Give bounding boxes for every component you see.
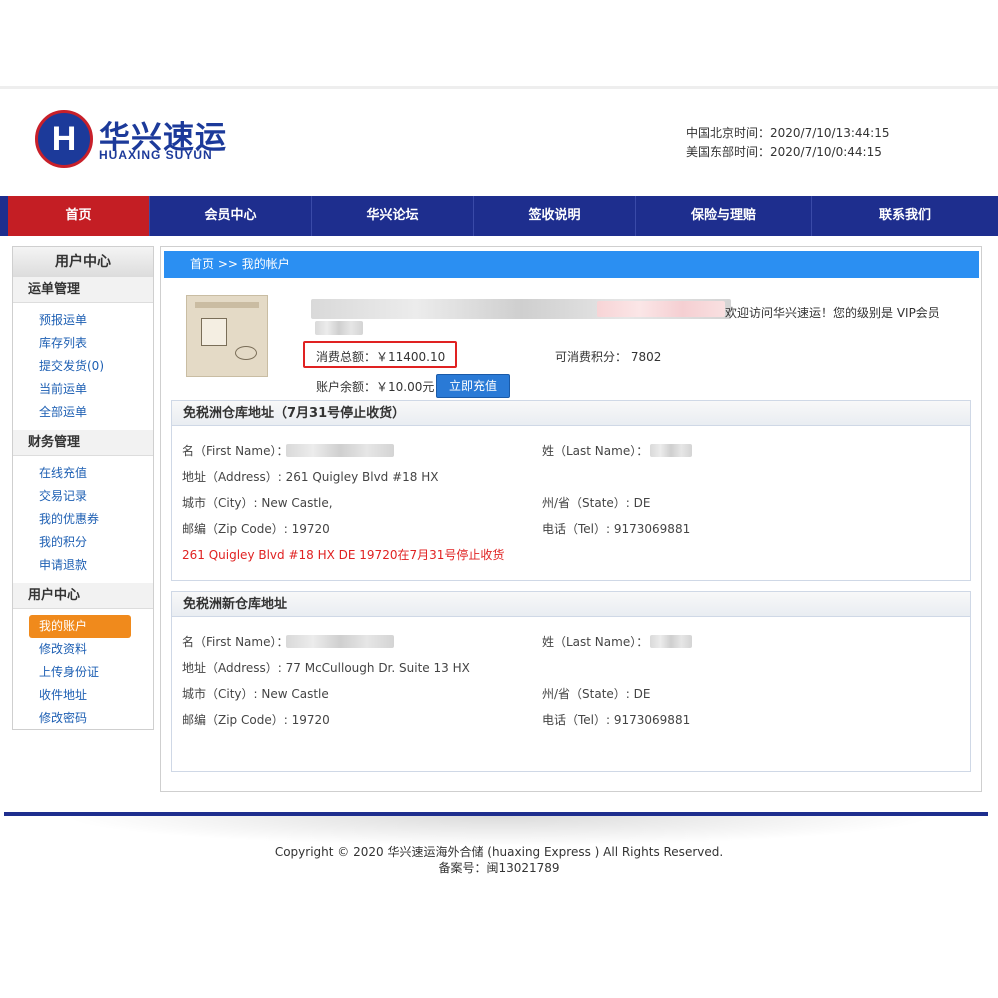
- sidebar-item-edit-profile[interactable]: 修改资料: [13, 638, 153, 661]
- main-nav: 首页 会员中心 华兴论坛 签收说明 保险与理赔 联系我们: [0, 196, 998, 236]
- redacted-last-name: [650, 635, 692, 648]
- site-logo[interactable]: H 华兴速运 HUAXING SUYUN: [35, 110, 235, 168]
- clock-panel: 中国北京时间：2020/7/10/13:44:15 美国东部时间：2020/7/…: [686, 124, 889, 162]
- nav-insurance[interactable]: 保险与理赔: [636, 196, 812, 236]
- last-name-label: 姓（Last Name）：: [542, 444, 649, 458]
- first-name-label: 名（First Name）：: [182, 444, 289, 458]
- us-east-time: 美国东部时间：2020/7/10/0:44:15: [686, 145, 882, 159]
- address-value: 地址（Address）: 261 Quigley Blvd #18 HX: [182, 470, 439, 484]
- sidebar-item-current-waybills[interactable]: 当前运单: [13, 378, 153, 401]
- recharge-button[interactable]: 立即充值: [436, 374, 510, 398]
- copyright-text: Copyright © 2020 华兴速运海外合储 (huaxing Expre…: [274, 845, 724, 859]
- welcome-message: 欢迎访问华兴速运！您的级别是 VIP会员: [725, 306, 940, 320]
- sidebar-item-coupons[interactable]: 我的优惠券: [13, 508, 153, 531]
- footer: Copyright © 2020 华兴速运海外合储 (huaxing Expre…: [0, 844, 998, 876]
- main-content: 首页 >> 我的帐户 欢迎访问华兴速运！您的级别是 VIP会员 消费总额：￥11…: [160, 246, 982, 792]
- footer-shadow: [60, 816, 938, 846]
- sidebar-item-my-account[interactable]: 我的账户: [29, 615, 131, 638]
- sidebar-item-transactions[interactable]: 交易记录: [13, 485, 153, 508]
- sidebar-group-finance: 财务管理: [13, 430, 153, 456]
- logo-mark-icon: H: [35, 110, 93, 168]
- old-warehouse-title: 免税洲仓库地址（7月31号停止收货）: [172, 401, 970, 426]
- nav-home[interactable]: 首页: [8, 196, 150, 236]
- avatar[interactable]: [186, 295, 268, 377]
- stop-receiving-notice: 261 Quigley Blvd #18 HX DE 19720在7月31号停止…: [182, 548, 505, 562]
- redacted-first-name: [286, 635, 394, 648]
- nav-forum[interactable]: 华兴论坛: [312, 196, 474, 236]
- new-warehouse-panel: 免税洲新仓库地址 名（First Name）： 姓（Last Name）： 地址…: [171, 591, 971, 772]
- redacted-last-name: [650, 444, 692, 457]
- sidebar-item-change-password[interactable]: 修改密码: [13, 707, 153, 730]
- sidebar-title: 用户中心: [13, 247, 153, 277]
- first-name-label: 名（First Name）：: [182, 635, 289, 649]
- sidebar-item-forecast-waybill[interactable]: 预报运单: [13, 309, 153, 332]
- sidebar-item-all-waybills[interactable]: 全部运单: [13, 401, 153, 424]
- redacted-info: [597, 301, 725, 317]
- sidebar-group-user-center: 用户中心: [13, 583, 153, 609]
- account-balance: 账户余额：￥10.00元: [316, 380, 435, 394]
- zip-value: 邮编（Zip Code）: 19720: [182, 713, 330, 727]
- sidebar-item-points[interactable]: 我的积分: [13, 531, 153, 554]
- state-value: 州/省（State）: DE: [542, 496, 651, 510]
- address-value: 地址（Address）: 77 McCullough Dr. Suite 13 …: [182, 661, 470, 675]
- sidebar: 用户中心 运单管理 预报运单 库存列表 提交发货(0) 当前运单 全部运单 财务…: [12, 246, 154, 730]
- points-balance: 可消费积分： 7802: [555, 350, 662, 364]
- sidebar-item-refund[interactable]: 申请退款: [13, 554, 153, 577]
- state-value: 州/省（State）: DE: [542, 687, 651, 701]
- tel-value: 电话（Tel）: 9173069881: [542, 522, 691, 536]
- sidebar-item-addresses[interactable]: 收件地址: [13, 684, 153, 707]
- beijing-time: 中国北京时间：2020/7/10/13:44:15: [686, 126, 890, 140]
- breadcrumb: 首页 >> 我的帐户: [164, 251, 979, 278]
- nav-delivery-info[interactable]: 签收说明: [474, 196, 636, 236]
- sidebar-group-waybill: 运单管理: [13, 277, 153, 303]
- top-divider: [0, 86, 998, 89]
- new-warehouse-title: 免税洲新仓库地址: [172, 592, 970, 617]
- sidebar-item-submit-shipment[interactable]: 提交发货(0): [13, 355, 153, 378]
- icp-number: 备案号：闽13021789: [438, 861, 560, 875]
- nav-member-center[interactable]: 会员中心: [150, 196, 312, 236]
- redacted-first-name: [286, 444, 394, 457]
- logo-english-text: HUAXING SUYUN: [99, 148, 213, 162]
- redacted-badge: [315, 321, 363, 335]
- old-warehouse-panel: 免税洲仓库地址（7月31号停止收货） 名（First Name）： 姓（Last…: [171, 400, 971, 581]
- last-name-label: 姓（Last Name）：: [542, 635, 649, 649]
- sidebar-item-online-recharge[interactable]: 在线充值: [13, 462, 153, 485]
- city-value: 城市（City）: New Castle,: [182, 496, 333, 510]
- nav-contact[interactable]: 联系我们: [812, 196, 998, 236]
- zip-value: 邮编（Zip Code）: 19720: [182, 522, 330, 536]
- city-value: 城市（City）: New Castle: [182, 687, 329, 701]
- tel-value: 电话（Tel）: 9173069881: [542, 713, 691, 727]
- sidebar-item-inventory[interactable]: 库存列表: [13, 332, 153, 355]
- sidebar-item-upload-id[interactable]: 上传身份证: [13, 661, 153, 684]
- total-spent: 消费总额：￥11400.10: [316, 350, 446, 364]
